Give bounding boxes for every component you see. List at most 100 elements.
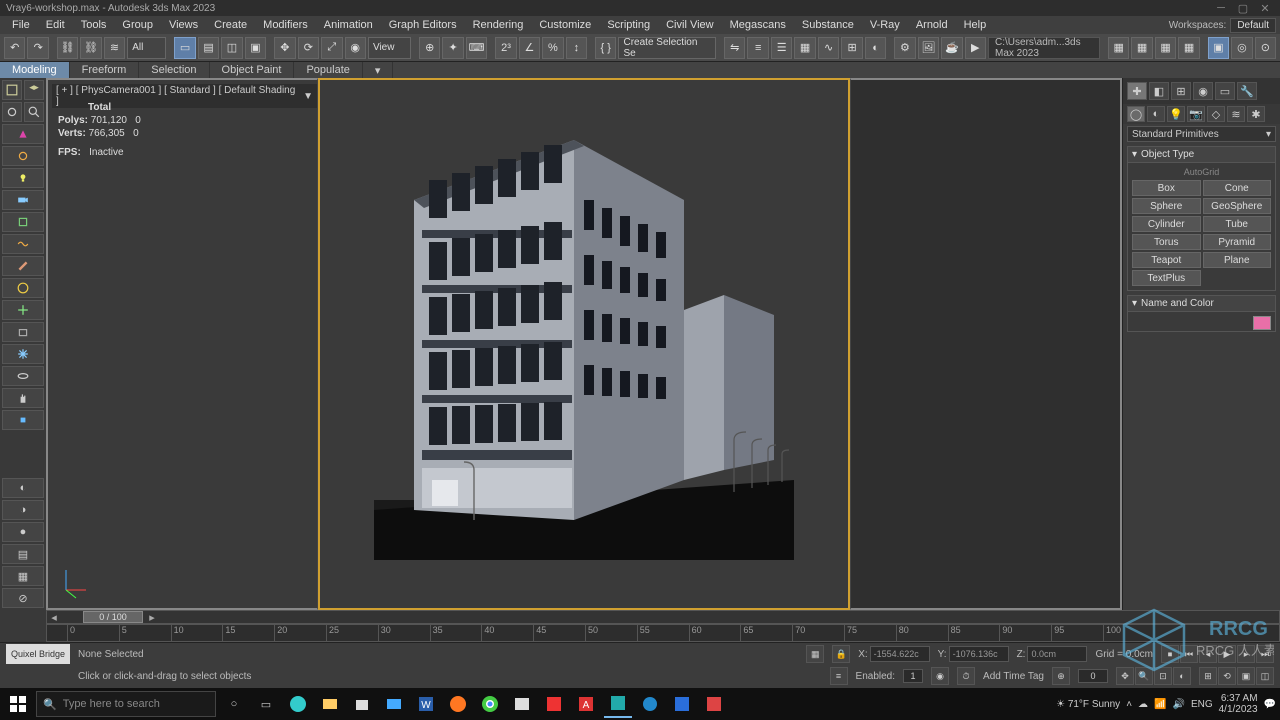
- percent-snap-button[interactable]: %: [542, 37, 563, 59]
- cameras-filter-icon[interactable]: [2, 190, 44, 210]
- prev-frame-button[interactable]: ◂: [1199, 645, 1217, 663]
- move-button[interactable]: ✥: [274, 37, 295, 59]
- primitive-textplus-button[interactable]: TextPlus: [1132, 270, 1201, 286]
- 3dsmax-icon[interactable]: [604, 690, 632, 718]
- primitive-sphere-button[interactable]: Sphere: [1132, 198, 1201, 214]
- maximize-button[interactable]: ▢: [1234, 1, 1252, 15]
- render-frame-button[interactable]: 🖼: [918, 37, 939, 59]
- primitive-cone-button[interactable]: Cone: [1203, 180, 1272, 196]
- render-button[interactable]: ☕: [941, 37, 962, 59]
- material-editor-button[interactable]: ◐: [865, 37, 886, 59]
- time-next-button[interactable]: ▸: [145, 611, 159, 623]
- primitive-cylinder-button[interactable]: Cylinder: [1132, 216, 1201, 232]
- start-button[interactable]: [4, 690, 32, 718]
- current-frame-field[interactable]: [1078, 669, 1108, 683]
- select-object-button[interactable]: ▭: [174, 37, 195, 59]
- autogrid-checkbox[interactable]: AutoGrid: [1132, 167, 1271, 177]
- create-tab[interactable]: ✚: [1127, 82, 1147, 100]
- tray-volume-icon[interactable]: 🔊: [1172, 699, 1184, 710]
- autocad-icon[interactable]: A: [572, 690, 600, 718]
- mail-icon[interactable]: [380, 690, 408, 718]
- viewport-right[interactable]: [850, 78, 1122, 610]
- rotate-button[interactable]: ⟳: [298, 37, 319, 59]
- groups-filter-icon[interactable]: [2, 278, 44, 298]
- layer-explorer-icon[interactable]: [24, 80, 44, 100]
- firefox-icon[interactable]: [444, 690, 472, 718]
- word-icon[interactable]: W: [412, 690, 440, 718]
- search-icon[interactable]: [24, 102, 44, 122]
- time-ruler[interactable]: 0510152025303540455055606570758085909510…: [46, 624, 1280, 642]
- camtasia-icon[interactable]: [700, 690, 728, 718]
- schematic-view-button[interactable]: ⊞: [841, 37, 862, 59]
- object-color-swatch[interactable]: [1253, 316, 1271, 330]
- primitive-plane-button[interactable]: Plane: [1203, 252, 1272, 268]
- display-filter-icon[interactable]: [2, 102, 22, 122]
- key-mode-button[interactable]: ⊕: [1052, 667, 1070, 685]
- workspaces-dropdown[interactable]: Default: [1230, 18, 1276, 33]
- add-time-tag[interactable]: Add Time Tag: [983, 671, 1044, 682]
- xrefs-filter-icon[interactable]: [2, 300, 44, 320]
- menu-group[interactable]: Group: [114, 17, 161, 33]
- explorer-icon[interactable]: [316, 690, 344, 718]
- keyboard-shortcut-button[interactable]: ⌨: [466, 37, 487, 59]
- menu-customize[interactable]: Customize: [531, 17, 599, 33]
- geometry-subtab[interactable]: ◯: [1127, 106, 1145, 122]
- placement-button[interactable]: ◉: [345, 37, 366, 59]
- curve-editor-button[interactable]: ∿: [818, 37, 839, 59]
- menu-help[interactable]: Help: [956, 17, 995, 33]
- ribbon-overflow[interactable]: ▾: [363, 62, 394, 78]
- menu-megascans[interactable]: Megascans: [722, 17, 794, 33]
- link-button[interactable]: ⛓: [57, 37, 78, 59]
- window-crossing-button[interactable]: ▣: [245, 37, 266, 59]
- named-selection-dropdown[interactable]: Create Selection Se: [618, 37, 716, 59]
- project-path-field[interactable]: C:\Users\adm...3ds Max 2023: [988, 37, 1100, 59]
- pan-view-button[interactable]: ✥: [1116, 667, 1134, 685]
- tray-notifications-icon[interactable]: 💬: [1264, 699, 1276, 710]
- vray-button-2[interactable]: ▦: [1131, 37, 1152, 59]
- time-slider-handle[interactable]: 0 / 100: [83, 611, 143, 623]
- hierarchy-tab[interactable]: ⊞: [1171, 82, 1191, 100]
- primitive-tube-button[interactable]: Tube: [1203, 216, 1272, 232]
- toggle-ribbon-button[interactable]: ▦: [794, 37, 815, 59]
- primitive-box-button[interactable]: Box: [1132, 180, 1201, 196]
- edit-named-sel-button[interactable]: { }: [595, 37, 616, 59]
- helpers-filter-icon[interactable]: [2, 212, 44, 232]
- lights-subtab[interactable]: 💡: [1167, 106, 1185, 122]
- close-button[interactable]: ✕: [1256, 1, 1274, 15]
- rollout-name-color[interactable]: ▾Name and Color: [1127, 295, 1276, 312]
- goto-end-button[interactable]: ⏭: [1256, 645, 1274, 663]
- render-production-button[interactable]: ▶: [965, 37, 986, 59]
- menu-animation[interactable]: Animation: [316, 17, 381, 33]
- bind-spacewarp-button[interactable]: ≋: [104, 37, 125, 59]
- selection-lock-button[interactable]: 🔒: [832, 645, 850, 663]
- task-view-icon[interactable]: ▭: [252, 690, 280, 718]
- quixel-bridge-button[interactable]: Quixel Bridge: [6, 644, 70, 664]
- geometry-filter-icon[interactable]: [2, 124, 44, 144]
- isolate-button[interactable]: ▦: [806, 645, 824, 663]
- script-listener-button[interactable]: ≡: [830, 667, 848, 685]
- edge-icon[interactable]: [284, 690, 312, 718]
- menu-arnold[interactable]: Arnold: [908, 17, 956, 33]
- vray-button-3[interactable]: ▦: [1155, 37, 1176, 59]
- ribbon-tab-selection[interactable]: Selection: [139, 62, 209, 78]
- chrome-icon[interactable]: [476, 690, 504, 718]
- tray-network-icon[interactable]: 📶: [1154, 699, 1166, 710]
- zoom-view-button[interactable]: 🔍: [1135, 667, 1153, 685]
- time-slider[interactable]: ◂ 0 / 100 ▸: [46, 610, 1280, 624]
- vray-button-6[interactable]: ⊙: [1255, 37, 1276, 59]
- vray-icon[interactable]: [636, 690, 664, 718]
- primitive-teapot-button[interactable]: Teapot: [1132, 252, 1201, 268]
- menu-substance[interactable]: Substance: [794, 17, 862, 33]
- undo-button[interactable]: ↶: [4, 37, 25, 59]
- cameras-subtab[interactable]: 📷: [1187, 106, 1205, 122]
- render-setup-button[interactable]: ⚙: [894, 37, 915, 59]
- tray-clock[interactable]: 6:37 AM 4/1/2023: [1219, 693, 1258, 715]
- snap-2d-button[interactable]: 2³: [495, 37, 516, 59]
- menu-graph-editors[interactable]: Graph Editors: [381, 17, 465, 33]
- vray-button-1[interactable]: ▦: [1108, 37, 1129, 59]
- select-region-button[interactable]: ◫: [221, 37, 242, 59]
- scale-button[interactable]: ⤢: [321, 37, 342, 59]
- primitive-category-dropdown[interactable]: Standard Primitives▾: [1127, 126, 1276, 142]
- modify-tab[interactable]: ◧: [1149, 82, 1169, 100]
- mirror-button[interactable]: ⇋: [724, 37, 745, 59]
